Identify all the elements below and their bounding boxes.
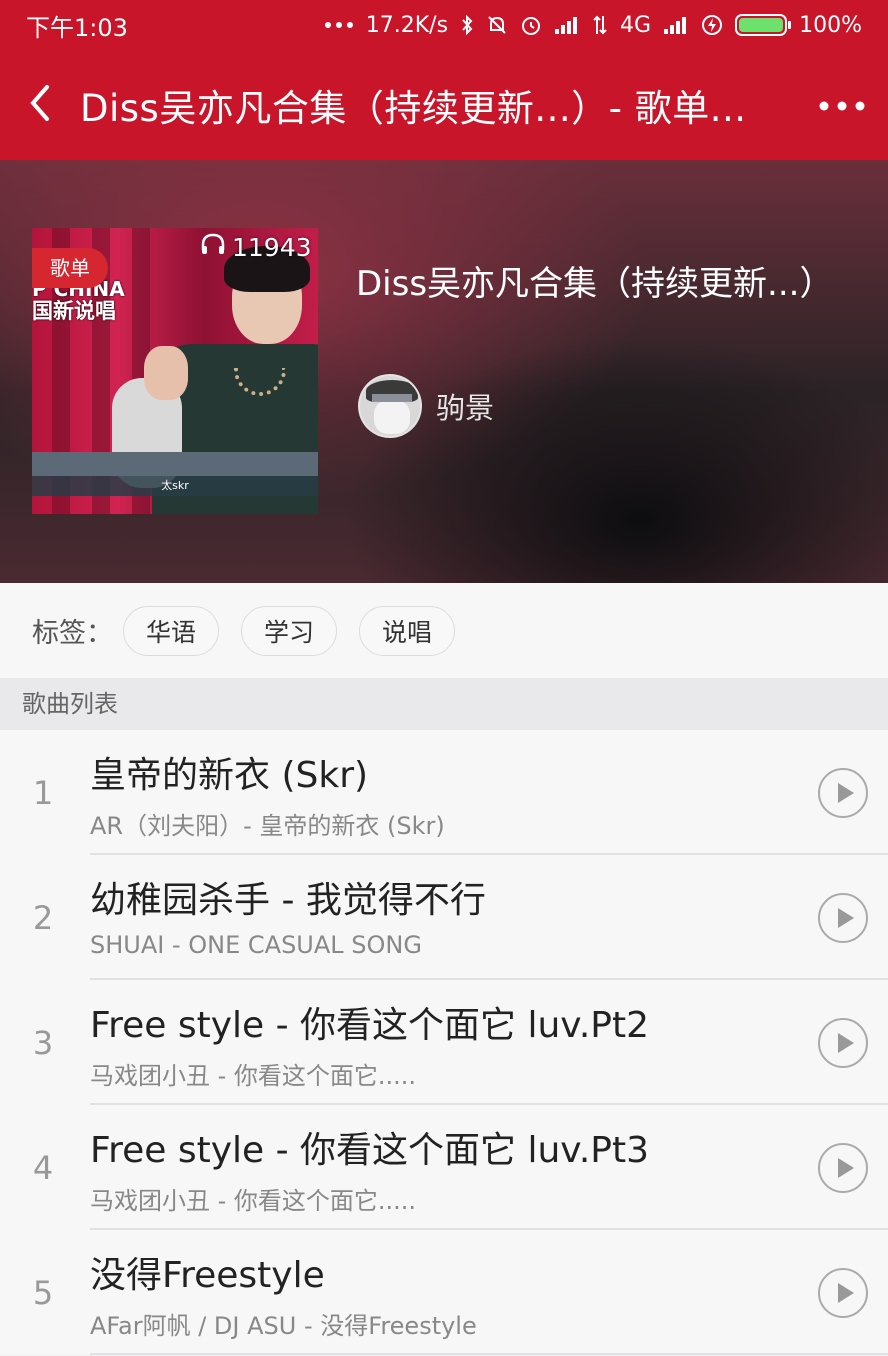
charging-icon — [701, 14, 723, 36]
signal-icon — [554, 15, 580, 35]
status-time: 下午1:03 — [26, 13, 128, 42]
network-speed: 17.2K/s — [365, 12, 449, 38]
mute-bell-icon — [486, 14, 508, 36]
play-icon — [837, 1283, 854, 1303]
tag-item[interactable]: 学习 — [241, 605, 338, 656]
nav-title: Diss吴亦凡合集（持续更新...）- 歌单... — [80, 87, 747, 130]
song-title: Free style - 你看这个面它 luv.Pt3 — [90, 1130, 649, 1171]
play-count-value: 11943 — [232, 232, 312, 262]
play-icon — [837, 1158, 854, 1178]
song-title: 没得Freestyle — [90, 1255, 325, 1296]
playlist-badge: 歌单 — [32, 248, 108, 288]
nav-bar: Diss吴亦凡合集（持续更新...）- 歌单... — [0, 50, 888, 160]
tag-item[interactable]: 说唱 — [359, 605, 456, 656]
song-subtitle: 马戏团小丑 - 你看这个面它..... — [90, 1062, 417, 1090]
song-list-header: 歌曲列表 — [0, 678, 888, 730]
song-title: 皇帝的新衣 (Skr) — [90, 755, 369, 796]
battery-percent: 100% — [799, 12, 862, 38]
song-index: 3 — [32, 1023, 54, 1062]
play-icon — [837, 1033, 854, 1053]
more-dots-icon — [324, 21, 354, 29]
play-button[interactable] — [818, 1143, 868, 1193]
song-subtitle: SHUAI - ONE CASUAL SONG — [90, 931, 422, 959]
song-index: 4 — [32, 1148, 54, 1187]
network-type: 4G — [620, 12, 652, 38]
song-subtitle: AFar阿帆 / DJ ASU - 没得Freestyle — [90, 1312, 477, 1340]
more-dots-icon — [819, 96, 865, 115]
song-title: Free style - 你看这个面它 luv.Pt2 — [90, 1005, 649, 1046]
play-icon — [837, 783, 854, 803]
song-index: 2 — [32, 898, 54, 937]
song-row[interactable]: 5 没得Freestyle AFar阿帆 / DJ ASU - 没得Freest… — [0, 1230, 888, 1355]
status-icons: 17.2K/s 4G 100% — [324, 13, 862, 38]
song-row[interactable]: 4 Free style - 你看这个面它 luv.Pt3 马戏团小丑 - 你看… — [0, 1105, 888, 1230]
alarm-icon — [520, 14, 542, 36]
song-row[interactable]: 2 幼稚园杀手 - 我觉得不行 SHUAI - ONE CASUAL SONG — [0, 855, 888, 980]
play-button[interactable] — [818, 1268, 868, 1318]
data-arrows-icon — [592, 14, 608, 36]
song-list: 1 皇帝的新衣 (Skr) AR（刘夫阳）- 皇帝的新衣 (Skr) 2 幼稚园… — [0, 730, 888, 1355]
avatar[interactable] — [358, 374, 422, 438]
playlist-title: Diss吴亦凡合集（持续更新...） — [356, 264, 834, 304]
battery-icon — [735, 14, 792, 36]
song-index: 5 — [32, 1273, 54, 1312]
play-button[interactable] — [818, 1018, 868, 1068]
tag-item[interactable]: 华语 — [123, 605, 220, 656]
song-title: 幼稚园杀手 - 我觉得不行 — [90, 880, 486, 921]
play-button[interactable] — [818, 893, 868, 943]
status-bar: 下午1:03 17.2K/s 4G 100% — [0, 0, 888, 50]
headphones-icon — [200, 232, 226, 262]
song-row[interactable]: 1 皇帝的新衣 (Skr) AR（刘夫阳）- 皇帝的新衣 (Skr) — [0, 730, 888, 855]
song-subtitle: AR（刘夫阳）- 皇帝的新衣 (Skr) — [90, 812, 445, 840]
play-button[interactable] — [818, 768, 868, 818]
tags-label: 标签： — [32, 618, 113, 649]
play-count: 11943 — [200, 232, 312, 262]
song-subtitle: 马戏团小丑 - 你看这个面它..... — [90, 1187, 417, 1215]
song-row[interactable]: 3 Free style - 你看这个面它 luv.Pt2 马戏团小丑 - 你看… — [0, 980, 888, 1105]
chevron-left-icon — [27, 83, 53, 127]
playlist-header: P CHINA 国新说唱 太skr 歌单 11943 Diss吴亦凡合集（持续更… — [0, 160, 888, 583]
cover-caption: 太skr — [32, 476, 318, 496]
play-icon — [837, 908, 854, 928]
creator[interactable]: 驹景 — [358, 374, 494, 438]
more-button[interactable] — [796, 50, 888, 160]
signal-icon-2 — [663, 15, 689, 35]
divider — [90, 1353, 888, 1355]
song-index: 1 — [32, 773, 54, 812]
creator-name[interactable]: 驹景 — [436, 385, 494, 427]
back-button[interactable] — [0, 50, 80, 160]
tags-bar: 标签： 华语 学习 说唱 — [0, 583, 888, 678]
bluetooth-icon — [460, 14, 474, 36]
